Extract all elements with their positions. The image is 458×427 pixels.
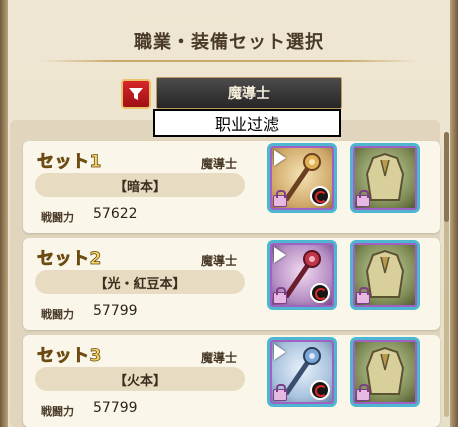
set-name: セット3: [37, 346, 102, 367]
lock-icon: [356, 190, 370, 207]
power-label: 戦闘力: [41, 211, 74, 224]
set-job: 魔導士: [201, 351, 238, 365]
swap-icon[interactable]: [310, 283, 330, 303]
power-label: 戦闘力: [41, 405, 74, 418]
set-job: 魔導士: [201, 254, 238, 268]
scrollbar[interactable]: [444, 132, 449, 417]
set-job: 魔導士: [201, 157, 238, 171]
filter-funnel-icon: [129, 88, 143, 100]
lock-icon: [356, 384, 370, 401]
lock-icon: [273, 384, 287, 401]
set-label: 【光・紅豆本】: [35, 270, 245, 294]
lock-icon: [273, 190, 287, 207]
weapon-slot[interactable]: [267, 337, 337, 407]
set-label: 【暗本】: [35, 173, 245, 197]
dialog-frame: 職業・装備セット選択 魔導士 セット1 魔導士 【暗本】 戦闘力 57622 セ…: [0, 0, 458, 427]
swap-icon[interactable]: [310, 186, 330, 206]
power-value: 57622: [93, 206, 138, 222]
set-name: セット1: [37, 152, 102, 173]
scrollbar-thumb[interactable]: [444, 132, 449, 222]
job-select[interactable]: 魔導士: [156, 77, 342, 109]
armor-slot[interactable]: [350, 143, 420, 213]
set-label: 【火本】: [35, 367, 245, 391]
power-label: 戦闘力: [41, 308, 74, 321]
set-name: セット2: [37, 249, 102, 270]
power-value: 57799: [93, 303, 138, 319]
set-card-3[interactable]: セット3 魔導士 【火本】 戦闘力 57799: [23, 335, 440, 427]
filter-tooltip: 职业过滤: [153, 109, 341, 137]
lock-icon: [273, 287, 287, 304]
filter-button[interactable]: [121, 79, 151, 109]
lock-icon: [356, 287, 370, 304]
armor-slot[interactable]: [350, 240, 420, 310]
dialog-title: 職業・装備セット選択: [134, 32, 324, 53]
set-card-1[interactable]: セット1 魔導士 【暗本】 戦闘力 57622: [23, 141, 440, 233]
weapon-slot[interactable]: [267, 240, 337, 310]
title-divider: [40, 60, 418, 62]
swap-icon[interactable]: [310, 380, 330, 400]
set-card-2[interactable]: セット2 魔導士 【光・紅豆本】 戦闘力 57799: [23, 238, 440, 330]
power-value: 57799: [93, 400, 138, 416]
weapon-slot[interactable]: [267, 143, 337, 213]
armor-slot[interactable]: [350, 337, 420, 407]
